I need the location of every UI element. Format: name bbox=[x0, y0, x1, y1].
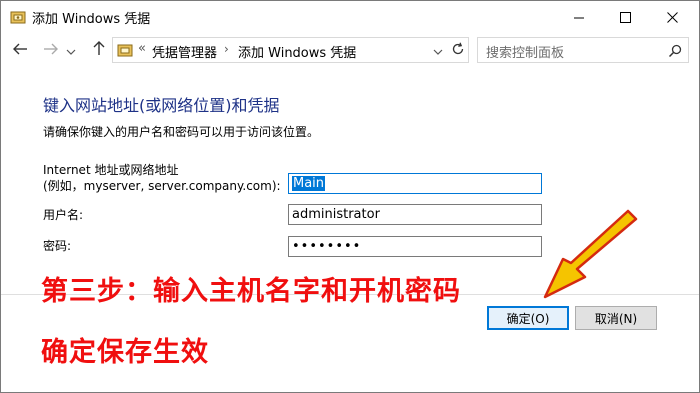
breadcrumb-add-windows-credential[interactable]: 添加 Windows 凭据 bbox=[238, 42, 356, 61]
chevron-down-icon bbox=[66, 41, 76, 60]
back-button[interactable] bbox=[10, 39, 30, 61]
credential-dialog-window: 添加 Windows 凭据 « 凭据管理器 › 添加 Windows 凭据 搜索… bbox=[0, 0, 700, 393]
username-field[interactable]: administrator bbox=[288, 204, 542, 225]
search-box[interactable]: 搜索控制面板 bbox=[477, 37, 689, 63]
title-bar: 添加 Windows 凭据 bbox=[1, 1, 699, 33]
maximize-button[interactable] bbox=[602, 1, 648, 33]
up-arrow-icon bbox=[92, 40, 106, 60]
maximize-icon bbox=[619, 11, 631, 23]
close-icon bbox=[666, 11, 678, 23]
address-dropdown-button[interactable] bbox=[431, 42, 445, 58]
annotation-confirm-text: 确定保存生效 bbox=[41, 337, 209, 368]
up-button[interactable] bbox=[89, 39, 109, 61]
annotation-step-text: 第三步：输入主机名字和开机密码 bbox=[41, 276, 461, 307]
ok-button[interactable]: 确定(O) bbox=[487, 306, 569, 330]
breadcrumb-credential-manager[interactable]: 凭据管理器 bbox=[152, 42, 217, 61]
back-arrow-icon bbox=[12, 41, 28, 60]
control-panel-icon bbox=[117, 42, 133, 58]
credential-manager-icon bbox=[10, 9, 26, 25]
search-icon bbox=[668, 43, 682, 62]
page-heading: 键入网站地址(或网络位置)和凭据 bbox=[43, 96, 280, 115]
password-label: 密码: bbox=[43, 239, 72, 253]
password-field[interactable]: •••••••• bbox=[288, 236, 542, 257]
username-label: 用户名: bbox=[43, 208, 84, 222]
refresh-icon bbox=[451, 41, 465, 60]
refresh-button[interactable] bbox=[449, 41, 467, 59]
page-description: 请确保你键入的用户名和密码可以用于访问该位置。 bbox=[43, 125, 320, 139]
window-title: 添加 Windows 凭据 bbox=[32, 12, 151, 27]
search-input[interactable]: 搜索控制面板 bbox=[486, 42, 564, 61]
recent-locations-button[interactable] bbox=[64, 39, 78, 61]
address-label: Internet 地址或网络地址 bbox=[43, 163, 179, 177]
address-bar[interactable]: « 凭据管理器 › 添加 Windows 凭据 bbox=[112, 37, 469, 63]
forward-arrow-icon bbox=[43, 41, 59, 60]
close-button[interactable] bbox=[649, 1, 695, 33]
minimize-button[interactable] bbox=[556, 1, 602, 33]
chevron-down-icon bbox=[433, 41, 443, 60]
network-address-value: Main bbox=[292, 176, 326, 191]
breadcrumb-separator[interactable]: › bbox=[224, 42, 229, 56]
address-overflow-chevron[interactable]: « bbox=[138, 41, 146, 56]
minimize-icon bbox=[573, 12, 585, 23]
annotation-arrow-icon bbox=[539, 209, 639, 305]
forward-button[interactable] bbox=[41, 39, 61, 61]
cancel-button[interactable]: 取消(N) bbox=[575, 306, 657, 330]
navigation-bar: « 凭据管理器 › 添加 Windows 凭据 搜索控制面板 bbox=[1, 35, 699, 65]
network-address-field[interactable]: Main bbox=[288, 173, 542, 194]
address-label-example: (例如，myserver, server.company.com): bbox=[43, 179, 281, 193]
